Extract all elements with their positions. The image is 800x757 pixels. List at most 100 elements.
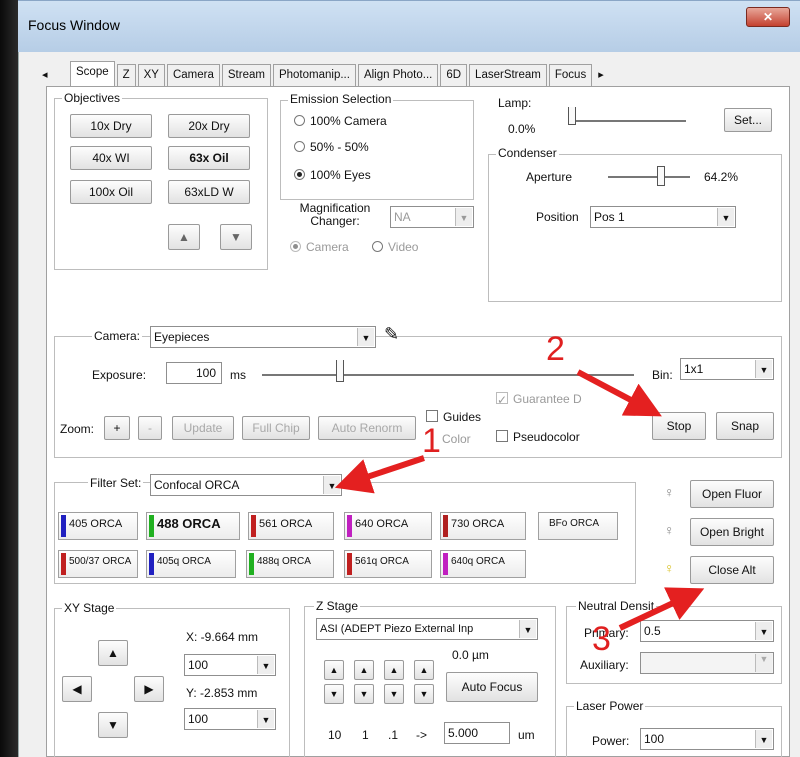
condenser-position-select[interactable]: Pos 1 ▼: [590, 206, 736, 228]
z-up-step-button[interactable]: ▲: [414, 660, 434, 680]
bin-select[interactable]: 1x1 ▼: [680, 358, 774, 380]
filter-set-label: Filter Set:: [88, 476, 144, 490]
position-label: Position: [536, 210, 579, 224]
aperture-slider-thumb[interactable]: [656, 166, 665, 186]
lamp-slider-track[interactable]: [568, 120, 686, 122]
emission-option-camera[interactable]: 100% Camera: [294, 114, 387, 128]
objective-down-button[interactable]: ▼: [220, 224, 252, 250]
stage-right-button[interactable]: ▶: [134, 676, 164, 702]
stop-button[interactable]: Stop: [652, 412, 706, 440]
camera-label: Camera:: [92, 329, 143, 343]
filter-405q-orca-button[interactable]: 405q ORCA: [146, 550, 236, 578]
z-down-01-button[interactable]: ▼: [384, 684, 404, 704]
filter-set-select[interactable]: Confocal ORCA ▼: [150, 474, 342, 496]
z-step-unit: um: [518, 728, 535, 742]
guarantee-checkbox[interactable]: ✓ Guarantee D: [496, 392, 582, 407]
tab-photomanip[interactable]: Photomanip...: [272, 64, 356, 87]
annotation-number-3: 3: [592, 620, 611, 658]
chevron-down-icon: ▼: [755, 622, 772, 640]
auto-renorm-button[interactable]: Auto Renorm: [318, 416, 416, 440]
annotation-number-1: 1: [422, 422, 441, 460]
filter-640q-orca-button[interactable]: 640q ORCA: [440, 550, 526, 578]
filter-500-37-orca-button[interactable]: 500/37 ORCA: [58, 550, 138, 578]
z-up-01-button[interactable]: ▲: [384, 660, 404, 680]
tab-laserstream[interactable]: LaserStream: [469, 64, 547, 87]
filter-bfo-orca-button[interactable]: BFo ORCA: [538, 512, 618, 540]
objective-up-button[interactable]: ▲: [168, 224, 200, 250]
objective-10x-dry-button[interactable]: 10x Dry: [70, 114, 152, 138]
update-button[interactable]: Update: [172, 416, 234, 440]
tab-scroll-right-icon[interactable]: ▸: [594, 64, 604, 86]
tab-focus[interactable]: Focus: [548, 64, 593, 87]
filter-561q-orca-button[interactable]: 561q ORCA: [344, 550, 432, 578]
radio-selected-icon: [290, 241, 301, 252]
tab-align-photo[interactable]: Align Photo...: [357, 64, 439, 87]
stage-down-button[interactable]: ▼: [98, 712, 128, 738]
mag-video-option[interactable]: Video: [372, 240, 418, 254]
pseudocolor-checkbox[interactable]: Pseudocolor: [496, 430, 580, 444]
tab-z[interactable]: Z: [116, 64, 136, 87]
x-step-select[interactable]: 100 ▼: [184, 654, 276, 676]
filter-405-orca-button[interactable]: 405 ORCA: [58, 512, 138, 540]
z-down-1-button[interactable]: ▼: [354, 684, 374, 704]
close-alt-button[interactable]: Close Alt: [690, 556, 774, 584]
objective-63x-oil-button[interactable]: 63x Oil: [168, 146, 250, 170]
filter-color-bar: [443, 553, 448, 575]
z-down-10-button[interactable]: ▼: [324, 684, 344, 704]
z-step-input[interactable]: 5.000: [444, 722, 510, 744]
aperture-value: 64.2%: [704, 170, 739, 184]
lamp-value: 0.0%: [508, 122, 536, 136]
primary-nd-select[interactable]: 0.5 ▼: [640, 620, 774, 642]
aperture-slider-track[interactable]: [608, 176, 690, 178]
filter-640-orca-button[interactable]: 640 ORCA: [344, 512, 432, 540]
stage-up-button[interactable]: ▲: [98, 640, 128, 666]
filter-488-orca-button[interactable]: 488 ORCA: [146, 512, 240, 540]
tab-xy[interactable]: XY: [137, 64, 165, 87]
lamp-set-button[interactable]: Set...: [724, 108, 772, 132]
lamp-slider-thumb[interactable]: [568, 107, 576, 125]
auxiliary-nd-select[interactable]: ▼: [640, 652, 774, 674]
laser-power-select[interactable]: 100 ▼: [640, 728, 774, 750]
close-button[interactable]: ✕: [746, 7, 790, 27]
open-fluor-button[interactable]: Open Fluor: [690, 480, 774, 508]
objective-20x-dry-button[interactable]: 20x Dry: [168, 114, 250, 138]
desktop-edge: [0, 0, 18, 757]
camera-select[interactable]: Eyepieces ▼: [150, 326, 376, 348]
z-down-step-button[interactable]: ▼: [414, 684, 434, 704]
z-up-10-button[interactable]: ▲: [324, 660, 344, 680]
exposure-input[interactable]: 100: [166, 362, 222, 384]
z-up-1-button[interactable]: ▲: [354, 660, 374, 680]
mag-camera-option[interactable]: Camera: [290, 240, 349, 254]
tab-stream[interactable]: Stream: [221, 64, 271, 87]
exposure-slider-track[interactable]: [262, 374, 634, 376]
z-device-select[interactable]: ASI (ADEPT Piezo External Inp ▼: [316, 618, 538, 640]
tab-camera[interactable]: Camera: [166, 64, 220, 87]
full-chip-button[interactable]: Full Chip: [242, 416, 310, 440]
emission-option-split[interactable]: 50% - 50%: [294, 140, 369, 154]
chevron-down-icon: ▼: [717, 208, 734, 226]
filter-730-orca-button[interactable]: 730 ORCA: [440, 512, 526, 540]
emission-option-eyes[interactable]: 100% Eyes: [294, 168, 371, 182]
snap-button[interactable]: Snap: [716, 412, 774, 440]
tab-scope[interactable]: Scope: [70, 61, 115, 87]
auto-focus-button[interactable]: Auto Focus: [446, 672, 538, 702]
chevron-down-icon: ▼: [257, 710, 274, 728]
zoom-out-button[interactable]: -: [138, 416, 162, 440]
objective-63xld-w-button[interactable]: 63xLD W: [168, 180, 250, 204]
window-titlebar[interactable]: Focus Window ✕: [18, 0, 800, 52]
filter-color-bar: [61, 553, 66, 575]
exposure-slider-thumb[interactable]: [336, 360, 344, 382]
filter-488q-orca-button[interactable]: 488q ORCA: [246, 550, 334, 578]
filter-561-orca-button[interactable]: 561 ORCA: [248, 512, 334, 540]
objective-40x-wi-button[interactable]: 40x WI: [70, 146, 152, 170]
filter-color-bar: [251, 515, 256, 537]
objective-100x-oil-button[interactable]: 100x Oil: [70, 180, 152, 204]
zoom-in-button[interactable]: +: [104, 416, 130, 440]
tab-scroll-left-icon[interactable]: ◂: [42, 64, 70, 86]
tab-6d[interactable]: 6D: [440, 64, 468, 87]
stage-left-button[interactable]: ◀: [62, 676, 92, 702]
open-bright-button[interactable]: Open Bright: [690, 518, 774, 546]
y-step-select[interactable]: 100 ▼: [184, 708, 276, 730]
magnification-changer-select[interactable]: NA ▼: [390, 206, 474, 228]
filter-color-bar: [249, 553, 254, 575]
